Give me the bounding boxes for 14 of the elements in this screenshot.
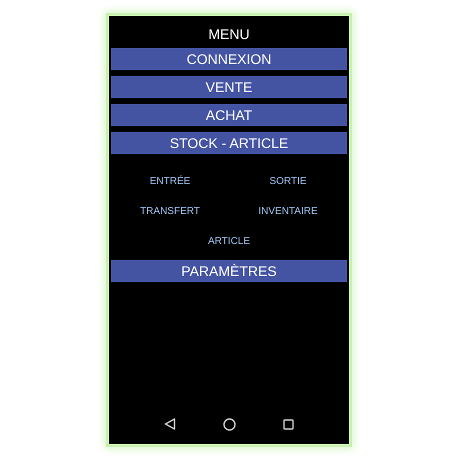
submenu-link[interactable]: TRANSFERT — [140, 196, 200, 226]
submenu-link[interactable]: ENTRÉE — [150, 166, 190, 196]
submenu-link[interactable]: SORTIE — [269, 166, 307, 196]
recents-icon[interactable] — [282, 418, 294, 430]
home-icon[interactable] — [222, 418, 236, 430]
submenu-link[interactable]: INVENTAIRE — [258, 196, 318, 226]
menu-button[interactable]: PARAMÈTRES — [111, 260, 347, 282]
menu-button[interactable]: ACHAT — [111, 104, 347, 126]
menu-button[interactable]: CONNEXION — [111, 48, 347, 70]
menu-title: MENU — [207, 25, 251, 44]
back-icon[interactable] — [164, 418, 176, 430]
menu-button[interactable]: VENTE — [111, 76, 347, 98]
menu-button[interactable]: STOCK - ARTICLE — [111, 132, 347, 154]
submenu-link[interactable]: ARTICLE — [208, 226, 250, 256]
